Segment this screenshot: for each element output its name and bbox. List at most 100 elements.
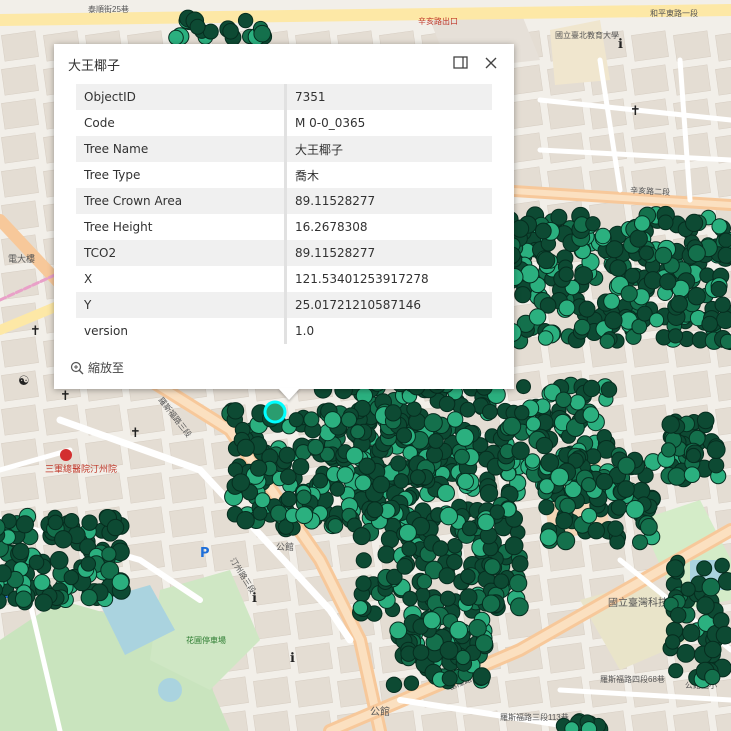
tree-point[interactable]	[603, 292, 620, 310]
tree-point[interactable]	[620, 285, 638, 303]
tree-point[interactable]	[441, 670, 458, 687]
tree-point[interactable]	[582, 406, 600, 423]
tree-point[interactable]	[449, 620, 469, 640]
tree-point[interactable]	[457, 472, 474, 490]
tree-point[interactable]	[625, 500, 645, 519]
tree-point[interactable]	[237, 12, 254, 29]
tree-point[interactable]	[714, 557, 730, 574]
tree-point[interactable]	[493, 573, 510, 590]
tree-point[interactable]	[581, 507, 598, 524]
tree-point[interactable]	[605, 240, 624, 259]
tree-point[interactable]	[657, 214, 674, 231]
selected-tree-highlight[interactable]	[263, 400, 287, 424]
tree-point[interactable]	[350, 424, 366, 440]
tree-point[interactable]	[558, 299, 576, 317]
tree-point[interactable]	[475, 634, 494, 653]
tree-point[interactable]	[534, 222, 552, 240]
tree-point[interactable]	[81, 514, 98, 531]
tree-point[interactable]	[329, 481, 346, 497]
tree-point[interactable]	[34, 593, 53, 612]
tree-point[interactable]	[111, 573, 130, 591]
tree-point[interactable]	[168, 29, 184, 46]
tree-point[interactable]	[511, 441, 530, 460]
tree-point[interactable]	[393, 473, 410, 489]
tree-point[interactable]	[312, 472, 329, 489]
tree-point[interactable]	[459, 401, 476, 418]
tree-point[interactable]	[439, 640, 459, 660]
tree-point[interactable]	[558, 266, 574, 282]
tree-point[interactable]	[372, 475, 391, 494]
tree-point[interactable]	[401, 541, 418, 557]
tree-point[interactable]	[680, 581, 696, 597]
tree-point[interactable]	[638, 245, 655, 261]
tree-point[interactable]	[629, 229, 648, 248]
tree-point[interactable]	[438, 567, 456, 585]
tree-point[interactable]	[327, 518, 344, 534]
tree-point[interactable]	[270, 504, 288, 522]
tree-point[interactable]	[696, 560, 713, 577]
tree-point[interactable]	[254, 492, 271, 509]
tree-point[interactable]	[643, 271, 663, 290]
tree-point[interactable]	[12, 542, 30, 561]
tree-point[interactable]	[295, 506, 314, 525]
close-button[interactable]	[482, 54, 500, 72]
tree-point[interactable]	[716, 310, 731, 330]
tree-point[interactable]	[659, 273, 677, 291]
tree-point[interactable]	[409, 469, 426, 486]
tree-point[interactable]	[252, 505, 268, 521]
tree-point[interactable]	[617, 480, 635, 498]
tree-point[interactable]	[710, 280, 728, 298]
tree-point[interactable]	[585, 216, 601, 232]
tree-point[interactable]	[682, 623, 701, 643]
tree-point[interactable]	[455, 427, 475, 447]
tree-point[interactable]	[711, 218, 728, 235]
tree-point[interactable]	[715, 625, 731, 645]
tree-point[interactable]	[355, 552, 372, 569]
tree-point[interactable]	[307, 438, 325, 456]
tree-point[interactable]	[668, 663, 684, 679]
tree-point[interactable]	[280, 490, 297, 508]
tree-point[interactable]	[537, 330, 554, 346]
tree-point[interactable]	[528, 308, 547, 326]
tree-point[interactable]	[509, 574, 528, 593]
tree-point[interactable]	[395, 427, 413, 444]
tree-point[interactable]	[236, 511, 255, 530]
tree-point[interactable]	[717, 246, 731, 264]
tree-point[interactable]	[231, 473, 251, 492]
tree-point[interactable]	[714, 296, 731, 313]
tree-point[interactable]	[717, 572, 731, 591]
tree-point[interactable]	[587, 522, 605, 540]
tree-point[interactable]	[439, 506, 459, 526]
tree-point[interactable]	[661, 442, 677, 458]
tree-point[interactable]	[661, 415, 680, 434]
tree-point[interactable]	[483, 558, 501, 576]
tree-point[interactable]	[685, 213, 704, 232]
tree-point[interactable]	[564, 721, 580, 731]
tree-point[interactable]	[432, 540, 449, 557]
tree-point[interactable]	[481, 594, 501, 613]
tree-point[interactable]	[447, 411, 464, 428]
tree-point[interactable]	[701, 577, 721, 597]
tree-point[interactable]	[696, 596, 715, 615]
tree-point[interactable]	[366, 501, 384, 519]
tree-point[interactable]	[250, 459, 268, 477]
tree-point[interactable]	[303, 411, 320, 428]
tree-point[interactable]	[189, 18, 206, 35]
tree-point[interactable]	[28, 554, 45, 571]
tree-point[interactable]	[402, 590, 418, 607]
tree-point[interactable]	[472, 667, 491, 686]
tree-point[interactable]	[296, 489, 312, 505]
tree-point[interactable]	[340, 411, 358, 428]
tree-point[interactable]	[514, 405, 530, 421]
tree-point[interactable]	[632, 534, 648, 551]
tree-point[interactable]	[510, 219, 530, 238]
tree-point[interactable]	[610, 499, 628, 516]
tree-point[interactable]	[49, 551, 69, 570]
tree-point[interactable]	[292, 458, 310, 476]
tree-point[interactable]	[384, 404, 402, 422]
tree-point[interactable]	[336, 466, 354, 484]
tree-point[interactable]	[352, 527, 371, 546]
tree-point[interactable]	[403, 675, 420, 691]
tree-point[interactable]	[453, 448, 470, 465]
tree-point[interactable]	[667, 328, 684, 344]
